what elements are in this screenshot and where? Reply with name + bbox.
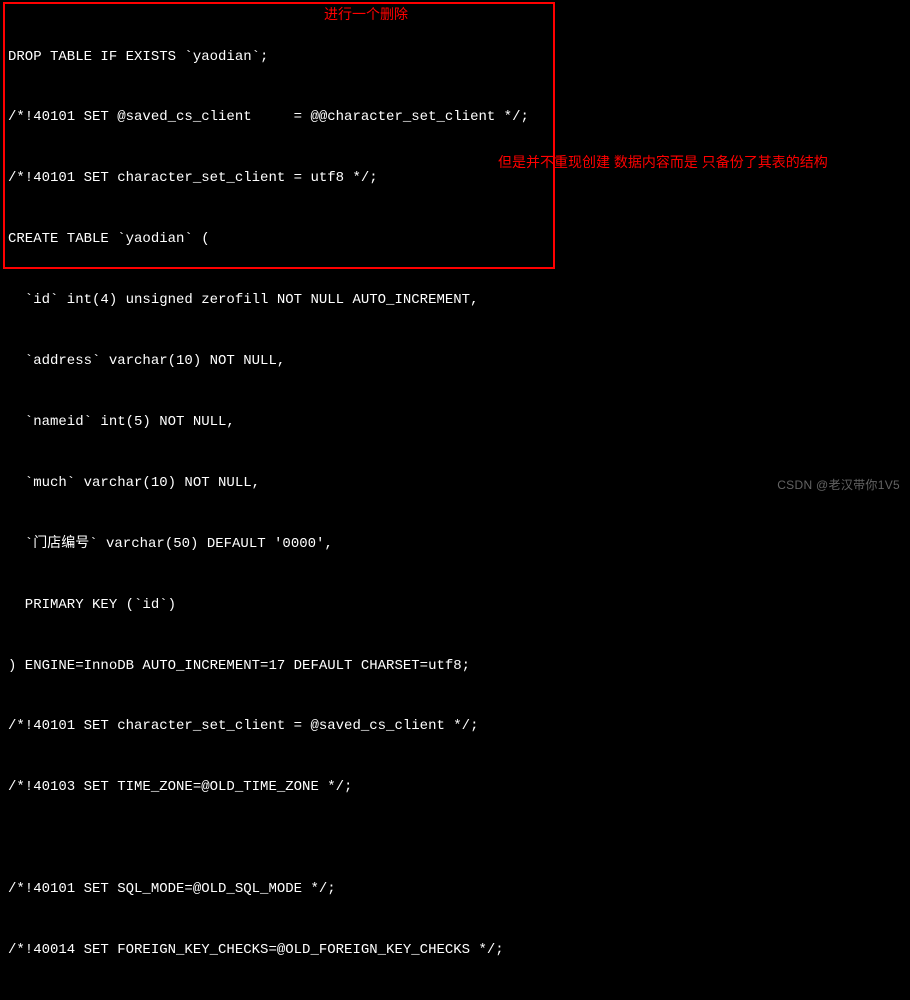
sql-line: /*!40101 SET @saved_cs_client = @@charac… — [8, 107, 902, 127]
sql-line: ) ENGINE=InnoDB AUTO_INCREMENT=17 DEFAUL… — [8, 656, 902, 676]
sql-line: /*!40103 SET TIME_ZONE=@OLD_TIME_ZONE */… — [8, 777, 902, 797]
sql-line: `id` int(4) unsigned zerofill NOT NULL A… — [8, 290, 902, 310]
sql-line: DROP TABLE IF EXISTS `yaodian`; — [8, 47, 902, 67]
sql-line: PRIMARY KEY (`id`) — [8, 595, 902, 615]
sql-line: /*!40101 SET SQL_MODE=@OLD_SQL_MODE */; — [8, 879, 902, 899]
sql-line: `nameid` int(5) NOT NULL, — [8, 412, 902, 432]
sql-line: CREATE TABLE `yaodian` ( — [8, 229, 902, 249]
annotation-right: 但是并不重现创建 数据内容而是 只备份了其表的结构 — [498, 152, 828, 172]
sql-line: `address` varchar(10) NOT NULL, — [8, 351, 902, 371]
sql-line: `门店编号` varchar(50) DEFAULT '0000', — [8, 534, 902, 554]
sql-line: /*!40014 SET FOREIGN_KEY_CHECKS=@OLD_FOR… — [8, 940, 902, 960]
annotation-top: 进行一个删除 — [324, 4, 408, 24]
sql-line: `much` varchar(10) NOT NULL, — [8, 473, 902, 493]
sql-line: /*!40101 SET character_set_client = @sav… — [8, 716, 902, 736]
watermark: CSDN @老汉带你1V5 — [777, 477, 900, 494]
